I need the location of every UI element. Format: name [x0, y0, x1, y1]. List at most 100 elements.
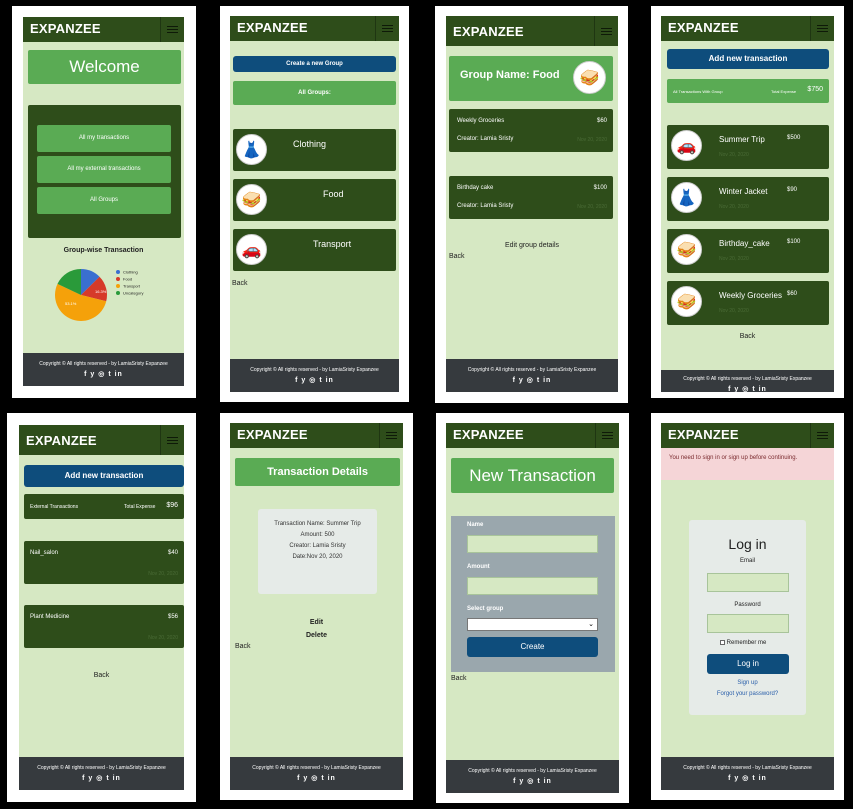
social-icons[interactable]: f y ◎ t in: [661, 774, 834, 782]
footer: Copyright © All rights reserved - by Lam…: [446, 760, 619, 793]
social-icons[interactable]: f y ◎ t in: [230, 376, 399, 384]
transaction-creator: Creator: Lamia Sristy: [457, 203, 514, 209]
transaction-date: Nov 20, 2020: [577, 137, 607, 143]
screen-group-food: EXPANZEE Group Name: Food 🥪 Weekly Grocer…: [435, 6, 628, 403]
login-title: Log in: [728, 536, 767, 552]
screen-welcome: EXPANZEE Welcome All my transactions All…: [12, 6, 196, 398]
menu-icon[interactable]: [594, 16, 618, 46]
external-transactions-button[interactable]: All my external transactions: [37, 156, 171, 183]
total-label: Total Expense: [771, 89, 797, 94]
social-icons[interactable]: f y ◎ t in: [446, 376, 618, 384]
group-card-food[interactable]: 🥪 Food: [233, 179, 396, 221]
transaction-date: Nov 20, 2020: [577, 204, 607, 210]
group-card-clothing[interactable]: 👗 Clothing: [233, 129, 396, 171]
social-icons[interactable]: f y ◎ t in: [230, 774, 403, 782]
brand-logo[interactable]: EXPANZEE: [668, 427, 739, 442]
back-link[interactable]: Back: [661, 333, 834, 340]
group-select[interactable]: ⌄: [467, 618, 598, 631]
brand-logo[interactable]: EXPANZEE: [237, 427, 308, 442]
brand-logo[interactable]: EXPANZEE: [668, 20, 739, 35]
menu-icon[interactable]: [810, 423, 834, 448]
total-value: $750: [807, 86, 823, 93]
brand-logo[interactable]: EXPANZEE: [237, 20, 308, 35]
back-link[interactable]: Back: [232, 280, 248, 287]
transaction-card[interactable]: 🥪 Birthday_cake $100 Nov 20, 2020: [667, 229, 829, 273]
social-icons[interactable]: f y ◎ t in: [661, 385, 834, 392]
transaction-date: Nov 20, 2020: [719, 204, 749, 210]
transaction-amount: $500: [787, 135, 801, 141]
remember-row[interactable]: Remember me: [720, 640, 766, 646]
password-label: Password: [734, 602, 761, 608]
forgot-password-link[interactable]: Forgot your password?: [689, 691, 806, 697]
select-group-label: Select group: [467, 606, 504, 612]
edit-link[interactable]: Edit: [230, 619, 403, 626]
back-link[interactable]: Back: [235, 643, 251, 650]
transaction-card[interactable]: Birthday cake $100 Creator: Lamia Sristy No…: [449, 176, 613, 219]
header: EXPANZEE: [230, 16, 399, 41]
car-icon: 🚗: [236, 234, 267, 265]
transaction-card[interactable]: Nail_salon $40 Nov 20, 2020: [24, 541, 184, 584]
car-icon: 🚗: [671, 130, 702, 161]
footer: Copyright © All rights reserved - by Lam…: [230, 757, 403, 790]
all-transactions-button[interactable]: All my transactions: [37, 125, 171, 152]
email-field[interactable]: [707, 573, 789, 592]
add-transaction-button[interactable]: Add new transaction: [667, 49, 829, 69]
edit-group-link[interactable]: Edit group details: [446, 242, 618, 249]
legend-marker: [116, 277, 120, 281]
header: EXPANZEE: [19, 425, 184, 455]
back-link[interactable]: Back: [19, 672, 184, 679]
transaction-name: Birthday cake: [457, 185, 494, 191]
details-title: Transaction Details: [235, 458, 400, 486]
password-field[interactable]: [707, 614, 789, 633]
menu-icon[interactable]: [160, 425, 184, 455]
group-title-banner: Group Name: Food 🥪: [449, 56, 613, 101]
group-name: Clothing: [293, 139, 327, 149]
menu-icon[interactable]: [379, 423, 403, 448]
menu-icon[interactable]: [595, 423, 619, 448]
brand-logo[interactable]: EXPANZEE: [30, 21, 101, 36]
name-input[interactable]: [467, 535, 598, 553]
back-link[interactable]: Back: [451, 675, 467, 682]
login-button[interactable]: Log in: [707, 654, 789, 674]
back-link[interactable]: Back: [449, 253, 465, 260]
create-group-button[interactable]: Create a new Group: [233, 56, 396, 72]
social-icons[interactable]: f y ◎ t in: [23, 370, 184, 378]
transaction-date: Nov 20, 2020: [148, 635, 178, 641]
group-name: Transport: [313, 239, 352, 249]
header: EXPANZEE: [23, 17, 184, 42]
create-button[interactable]: Create: [467, 637, 598, 657]
footer: Copyright © All rights reserved - by Lam…: [661, 370, 834, 392]
add-transaction-button[interactable]: Add new transaction: [24, 465, 184, 487]
transaction-card[interactable]: 👗 Winter Jacket $90 Nov 20, 2020: [667, 177, 829, 221]
new-transaction-title: New Transaction: [451, 458, 614, 493]
signup-link[interactable]: Sign up: [689, 680, 806, 686]
menu-icon[interactable]: [160, 17, 184, 42]
brand-logo[interactable]: EXPANZEE: [26, 433, 97, 448]
all-groups-button[interactable]: All Groups: [37, 187, 171, 214]
menu-icon[interactable]: [375, 16, 399, 41]
amount-input[interactable]: [467, 577, 598, 595]
transaction-card[interactable]: Weekly Groceries $60 Creator: Lamia Sristy…: [449, 109, 613, 152]
legend-marker: [116, 270, 120, 274]
remember-checkbox[interactable]: [720, 640, 725, 645]
transaction-creator: Creator: Lamia Sristy: [457, 136, 514, 142]
delete-link[interactable]: Delete: [230, 632, 403, 639]
group-card-transport[interactable]: 🚗 Transport: [233, 229, 396, 271]
transaction-date: Nov 20, 2020: [148, 571, 178, 577]
menu-icon[interactable]: [810, 16, 834, 41]
social-icons[interactable]: f y ◎ t in: [19, 774, 184, 782]
group-name: Food: [323, 189, 344, 199]
social-icons[interactable]: f y ◎ t in: [446, 777, 619, 785]
footer: Copyright © All rights reserved - by Lam…: [446, 359, 618, 392]
transaction-card[interactable]: Plant Medicine $56 Nov 20, 2020: [24, 605, 184, 648]
transaction-card[interactable]: 🥪 Weekly Groceries $60 Nov 20, 2020: [667, 281, 829, 325]
brand-logo[interactable]: EXPANZEE: [453, 24, 524, 39]
clothing-icon: 👗: [236, 134, 267, 165]
transaction-date: Nov 20, 2020: [719, 308, 749, 314]
screen-login: EXPANZEE You need to sign in or sign up …: [651, 413, 844, 800]
legend-label: Transport: [123, 284, 141, 289]
transaction-card[interactable]: 🚗 Summer Trip $500 Nov 20, 2020: [667, 125, 829, 169]
brand-logo[interactable]: EXPANZEE: [453, 427, 524, 442]
transaction-form: Name Amount Select group ⌄ Create: [451, 516, 615, 672]
footer-copyright: Copyright © All rights reserved - by Lam…: [37, 765, 166, 771]
